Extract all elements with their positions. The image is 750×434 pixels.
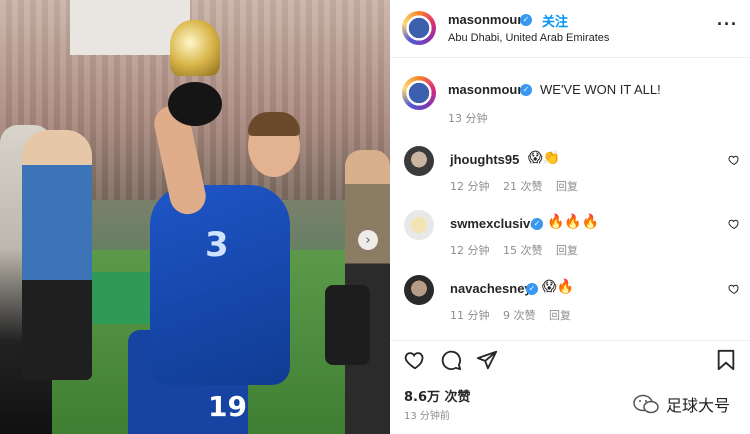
comment-username[interactable]: jhoughts95 bbox=[450, 152, 519, 167]
player-shirt bbox=[150, 185, 290, 385]
post-photo[interactable]: 3 19 › bbox=[0, 0, 390, 434]
more-options-icon[interactable]: ··· bbox=[717, 14, 738, 35]
reply-button[interactable]: 回复 bbox=[556, 244, 578, 257]
shirt-sponsor: 3 bbox=[205, 225, 229, 265]
post-location[interactable]: Abu Dhabi, United Arab Emirates bbox=[448, 32, 609, 44]
posted-time: 13 分钟前 bbox=[404, 411, 450, 422]
caption-avatar[interactable] bbox=[402, 76, 436, 110]
reply-button[interactable]: 回复 bbox=[556, 180, 578, 193]
comment-username[interactable]: swmexclusive bbox=[450, 216, 537, 231]
heart-icon[interactable] bbox=[728, 154, 740, 166]
trophy-cup bbox=[170, 20, 220, 76]
comment-likes[interactable]: 15 次赞 bbox=[503, 244, 543, 257]
watermark-text: 足球大号 bbox=[665, 396, 730, 415]
share-icon[interactable] bbox=[476, 349, 498, 371]
comment-time: 12 分钟 bbox=[450, 244, 490, 257]
reply-button[interactable]: 回复 bbox=[549, 309, 571, 322]
comment-meta: 12 分钟 21 次赞 回复 bbox=[450, 178, 588, 194]
caption-username[interactable]: masonmount bbox=[448, 82, 530, 97]
author-avatar[interactable] bbox=[402, 11, 436, 45]
watermark: 足球大号 bbox=[632, 392, 730, 416]
trophy-base bbox=[168, 82, 222, 126]
bookmark-icon[interactable] bbox=[716, 349, 736, 371]
verified-badge-icon: ✓ bbox=[520, 84, 532, 96]
follow-button[interactable]: 关注 bbox=[542, 11, 568, 30]
commenter-avatar[interactable] bbox=[404, 146, 434, 176]
verified-badge-icon: ✓ bbox=[531, 218, 543, 230]
comment-likes[interactable]: 21 次赞 bbox=[503, 180, 543, 193]
likes-count[interactable]: 8.6万 次赞 bbox=[404, 386, 471, 405]
commenter-avatar[interactable] bbox=[404, 275, 434, 305]
comment-username[interactable]: navachesney bbox=[450, 281, 532, 296]
action-bar bbox=[390, 340, 750, 380]
comment-likes[interactable]: 9 次赞 bbox=[503, 309, 536, 322]
comment-text: 😱👏 bbox=[528, 150, 561, 166]
comment-item: navachesney ✓ 😱🔥 11 分钟 9 次赞 回复 bbox=[390, 275, 750, 335]
verified-badge-icon: ✓ bbox=[526, 283, 538, 295]
comment-item: swmexclusive ✓ 🔥🔥🔥 12 分钟 15 次赞 回复 bbox=[390, 210, 750, 270]
comment-text: 😱🔥 bbox=[542, 279, 575, 295]
wechat-icon bbox=[633, 394, 659, 414]
comment-meta: 12 分钟 15 次赞 回复 bbox=[450, 242, 588, 258]
commenter-avatar[interactable] bbox=[404, 210, 434, 240]
carousel-next-button[interactable]: › bbox=[358, 230, 378, 250]
chevron-right-icon: › bbox=[365, 232, 371, 248]
comment-item: jhoughts95 😱👏 12 分钟 21 次赞 回复 bbox=[390, 146, 750, 206]
camera bbox=[325, 285, 370, 365]
comment-meta: 11 分钟 9 次赞 回复 bbox=[450, 307, 581, 323]
heart-icon[interactable] bbox=[728, 283, 740, 295]
player-hair bbox=[248, 112, 300, 136]
verified-badge-icon: ✓ bbox=[520, 14, 532, 26]
background-steward bbox=[22, 130, 92, 380]
heart-icon[interactable] bbox=[728, 218, 740, 230]
post-panel: masonmount ✓ 关注 Abu Dhabi, United Arab E… bbox=[390, 0, 750, 434]
shirt-number: 19 bbox=[208, 390, 247, 423]
caption-text: WE'VE WON IT ALL! bbox=[540, 82, 661, 97]
author-username[interactable]: masonmount bbox=[448, 12, 530, 27]
heart-icon[interactable] bbox=[404, 349, 426, 371]
comment-icon[interactable] bbox=[440, 349, 462, 371]
post-header: masonmount ✓ 关注 Abu Dhabi, United Arab E… bbox=[390, 0, 750, 58]
comment-text: 🔥🔥🔥 bbox=[547, 214, 600, 230]
comment-time: 12 分钟 bbox=[450, 180, 490, 193]
caption-time: 13 分钟 bbox=[448, 112, 488, 125]
comment-time: 11 分钟 bbox=[450, 309, 490, 322]
